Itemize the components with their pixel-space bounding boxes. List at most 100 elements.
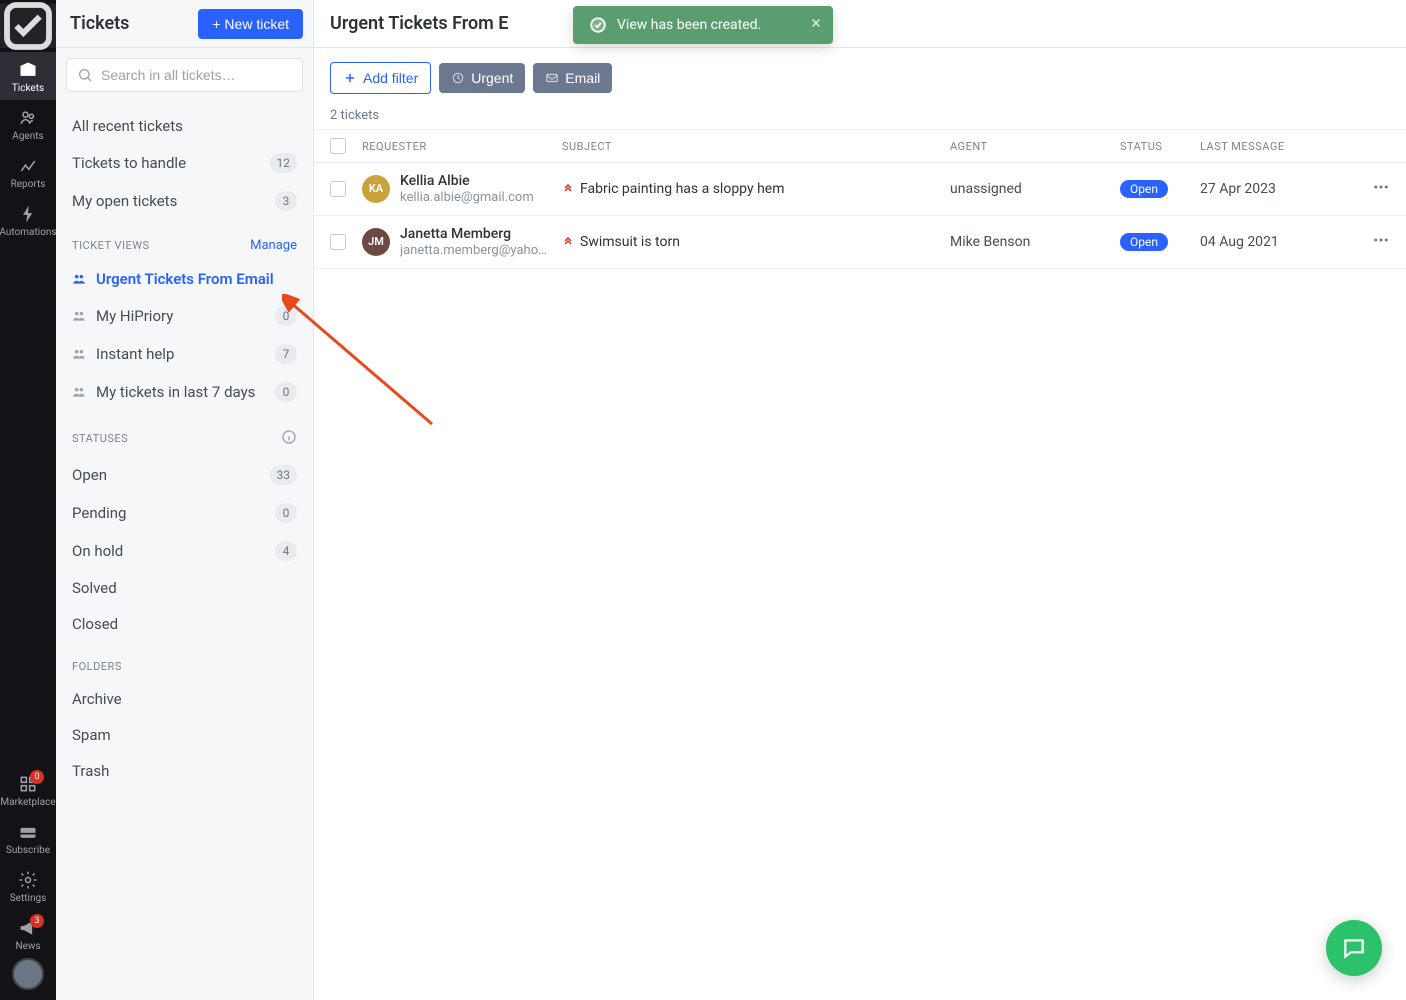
table-row[interactable]: JMJanetta Membergjanetta.memberg@yaho…Sw… xyxy=(314,216,1406,269)
sidebar-item-label: Open xyxy=(72,466,107,484)
sidebar-item[interactable]: Spam xyxy=(64,717,305,753)
main-panel: Urgent Tickets From E Add filter UrgentE… xyxy=(314,0,1406,1000)
col-status[interactable]: STATUS xyxy=(1120,140,1200,153)
chip-label: Email xyxy=(565,70,600,86)
search-icon xyxy=(77,67,93,83)
add-filter-button[interactable]: Add filter xyxy=(330,62,431,94)
sidebar-title: Tickets xyxy=(70,13,198,34)
sidebar-item[interactable]: On hold4 xyxy=(64,532,305,570)
row-more-button[interactable] xyxy=(1372,184,1390,200)
manage-views-link[interactable]: Manage xyxy=(250,238,297,253)
sidebar-item[interactable]: Pending0 xyxy=(64,494,305,532)
filter-chip-urgent[interactable]: Urgent xyxy=(439,63,525,93)
app-logo[interactable] xyxy=(0,4,56,48)
sidebar-item-label: All recent tickets xyxy=(72,117,183,135)
rail-item-reports[interactable]: Reports xyxy=(0,148,56,196)
col-requester[interactable]: REQUESTER xyxy=(362,140,562,153)
rail-item-subscribe[interactable]: Subscribe xyxy=(0,814,56,862)
rail-item-automations[interactable]: Automations xyxy=(0,196,56,244)
sidebar-item[interactable]: Urgent Tickets From Email xyxy=(64,261,305,297)
row-checkbox[interactable] xyxy=(330,234,346,250)
sidebar-item[interactable]: Instant help 7 xyxy=(64,335,305,373)
select-all-checkbox[interactable] xyxy=(330,138,346,154)
table-header: REQUESTER SUBJECT AGENT STATUS LAST MESS… xyxy=(314,129,1406,163)
toast-notification: View has been created. xyxy=(573,6,833,44)
priority-urgent-icon xyxy=(562,234,574,249)
rail-label: Agents xyxy=(12,131,43,142)
rail-label: News xyxy=(15,941,40,952)
people-icon xyxy=(72,385,88,399)
sidebar-item-label: Closed xyxy=(72,615,118,633)
rail-label: Marketplace xyxy=(0,797,55,808)
chat-launcher-button[interactable] xyxy=(1326,920,1382,976)
requester-name: Janetta Memberg xyxy=(400,226,547,243)
search-input-wrap[interactable] xyxy=(66,58,303,92)
sidebar-item-label: Trash xyxy=(72,762,109,780)
rail-label: Reports xyxy=(11,179,46,190)
sidebar-item[interactable]: My open tickets3 xyxy=(64,182,305,220)
rail-label: Automations xyxy=(0,227,57,238)
sidebar-item[interactable]: Archive xyxy=(64,681,305,717)
sidebar-item-count: 7 xyxy=(275,344,297,364)
row-more-button[interactable] xyxy=(1372,237,1390,253)
status-badge: Open xyxy=(1120,233,1168,251)
table-row[interactable]: KAKellia Albiekellia.albie@gmail.comFabr… xyxy=(314,163,1406,216)
ticket-subject: Fabric painting has a sloppy hem xyxy=(580,181,784,197)
sidebar-item-label: Solved xyxy=(72,579,117,597)
sidebar-item-label: My tickets in last 7 days xyxy=(96,383,255,401)
ticket-agent: Mike Benson xyxy=(950,234,1120,250)
sidebar-item[interactable]: My tickets in last 7 days0 xyxy=(64,373,305,411)
sidebar-item-label: Instant help xyxy=(96,345,174,363)
new-ticket-button[interactable]: + New ticket xyxy=(198,9,303,39)
views-header: TICKET VIEWS Manage xyxy=(64,220,305,261)
requester-email: janetta.memberg@yaho… xyxy=(400,243,547,258)
sidebar-item-count: 12 xyxy=(270,153,298,173)
chat-icon xyxy=(1341,935,1367,961)
rail-badge: 0 xyxy=(30,770,44,784)
rail-item-news[interactable]: News 3 xyxy=(0,910,56,958)
reports-icon xyxy=(18,156,38,176)
sidebar-item[interactable]: My HiPriory0 xyxy=(64,297,305,335)
status-badge: Open xyxy=(1120,180,1168,198)
rail-item-tickets[interactable]: Tickets xyxy=(0,52,56,100)
chip-label: Urgent xyxy=(471,70,513,86)
tickets-icon xyxy=(18,60,38,80)
requester-avatar: JM xyxy=(362,228,390,256)
sidebar-item-label: Archive xyxy=(72,690,122,708)
rail-item-marketplace[interactable]: Marketplace 0 xyxy=(0,766,56,814)
col-agent[interactable]: AGENT xyxy=(950,140,1120,153)
sidebar-item[interactable]: Trash xyxy=(64,753,305,789)
sidebar-item[interactable]: All recent tickets xyxy=(64,108,305,144)
col-last[interactable]: LAST MESSAGE xyxy=(1200,140,1350,153)
left-rail: Tickets Agents Reports Automations Marketpl… xyxy=(0,0,56,1000)
sidebar-item[interactable]: Solved xyxy=(64,570,305,606)
people-icon xyxy=(72,309,88,323)
sidebar-item[interactable]: Open33 xyxy=(64,456,305,494)
ticket-last-message: 27 Apr 2023 xyxy=(1200,181,1350,197)
info-icon[interactable] xyxy=(281,429,297,448)
sidebar-item-count: 0 xyxy=(275,503,297,523)
requester-email: kellia.albie@gmail.com xyxy=(400,190,534,205)
people-icon xyxy=(72,272,88,286)
sidebar-item-label: On hold xyxy=(72,542,123,560)
automations-icon xyxy=(18,204,38,224)
toast-close-button[interactable] xyxy=(809,16,823,34)
user-avatar[interactable] xyxy=(12,958,44,990)
col-subject[interactable]: SUBJECT xyxy=(562,140,950,153)
search-input[interactable] xyxy=(101,67,292,83)
filter-chip-email[interactable]: Email xyxy=(533,63,612,93)
rail-label: Subscribe xyxy=(6,845,50,856)
rail-item-settings[interactable]: Settings xyxy=(0,862,56,910)
rail-badge: 3 xyxy=(30,914,44,928)
email-icon xyxy=(545,71,559,85)
row-checkbox[interactable] xyxy=(330,181,346,197)
plus-icon xyxy=(343,71,357,85)
sidebar-item[interactable]: Closed xyxy=(64,606,305,642)
ticket-count: 2 tickets xyxy=(314,108,1406,129)
sidebar-item-label: Tickets to handle xyxy=(72,154,186,172)
agents-icon xyxy=(18,108,38,128)
folders-header: FOLDERS xyxy=(64,642,305,681)
priority-urgent-icon xyxy=(562,181,574,196)
sidebar-item[interactable]: Tickets to handle 12 xyxy=(64,144,305,182)
rail-item-agents[interactable]: Agents xyxy=(0,100,56,148)
